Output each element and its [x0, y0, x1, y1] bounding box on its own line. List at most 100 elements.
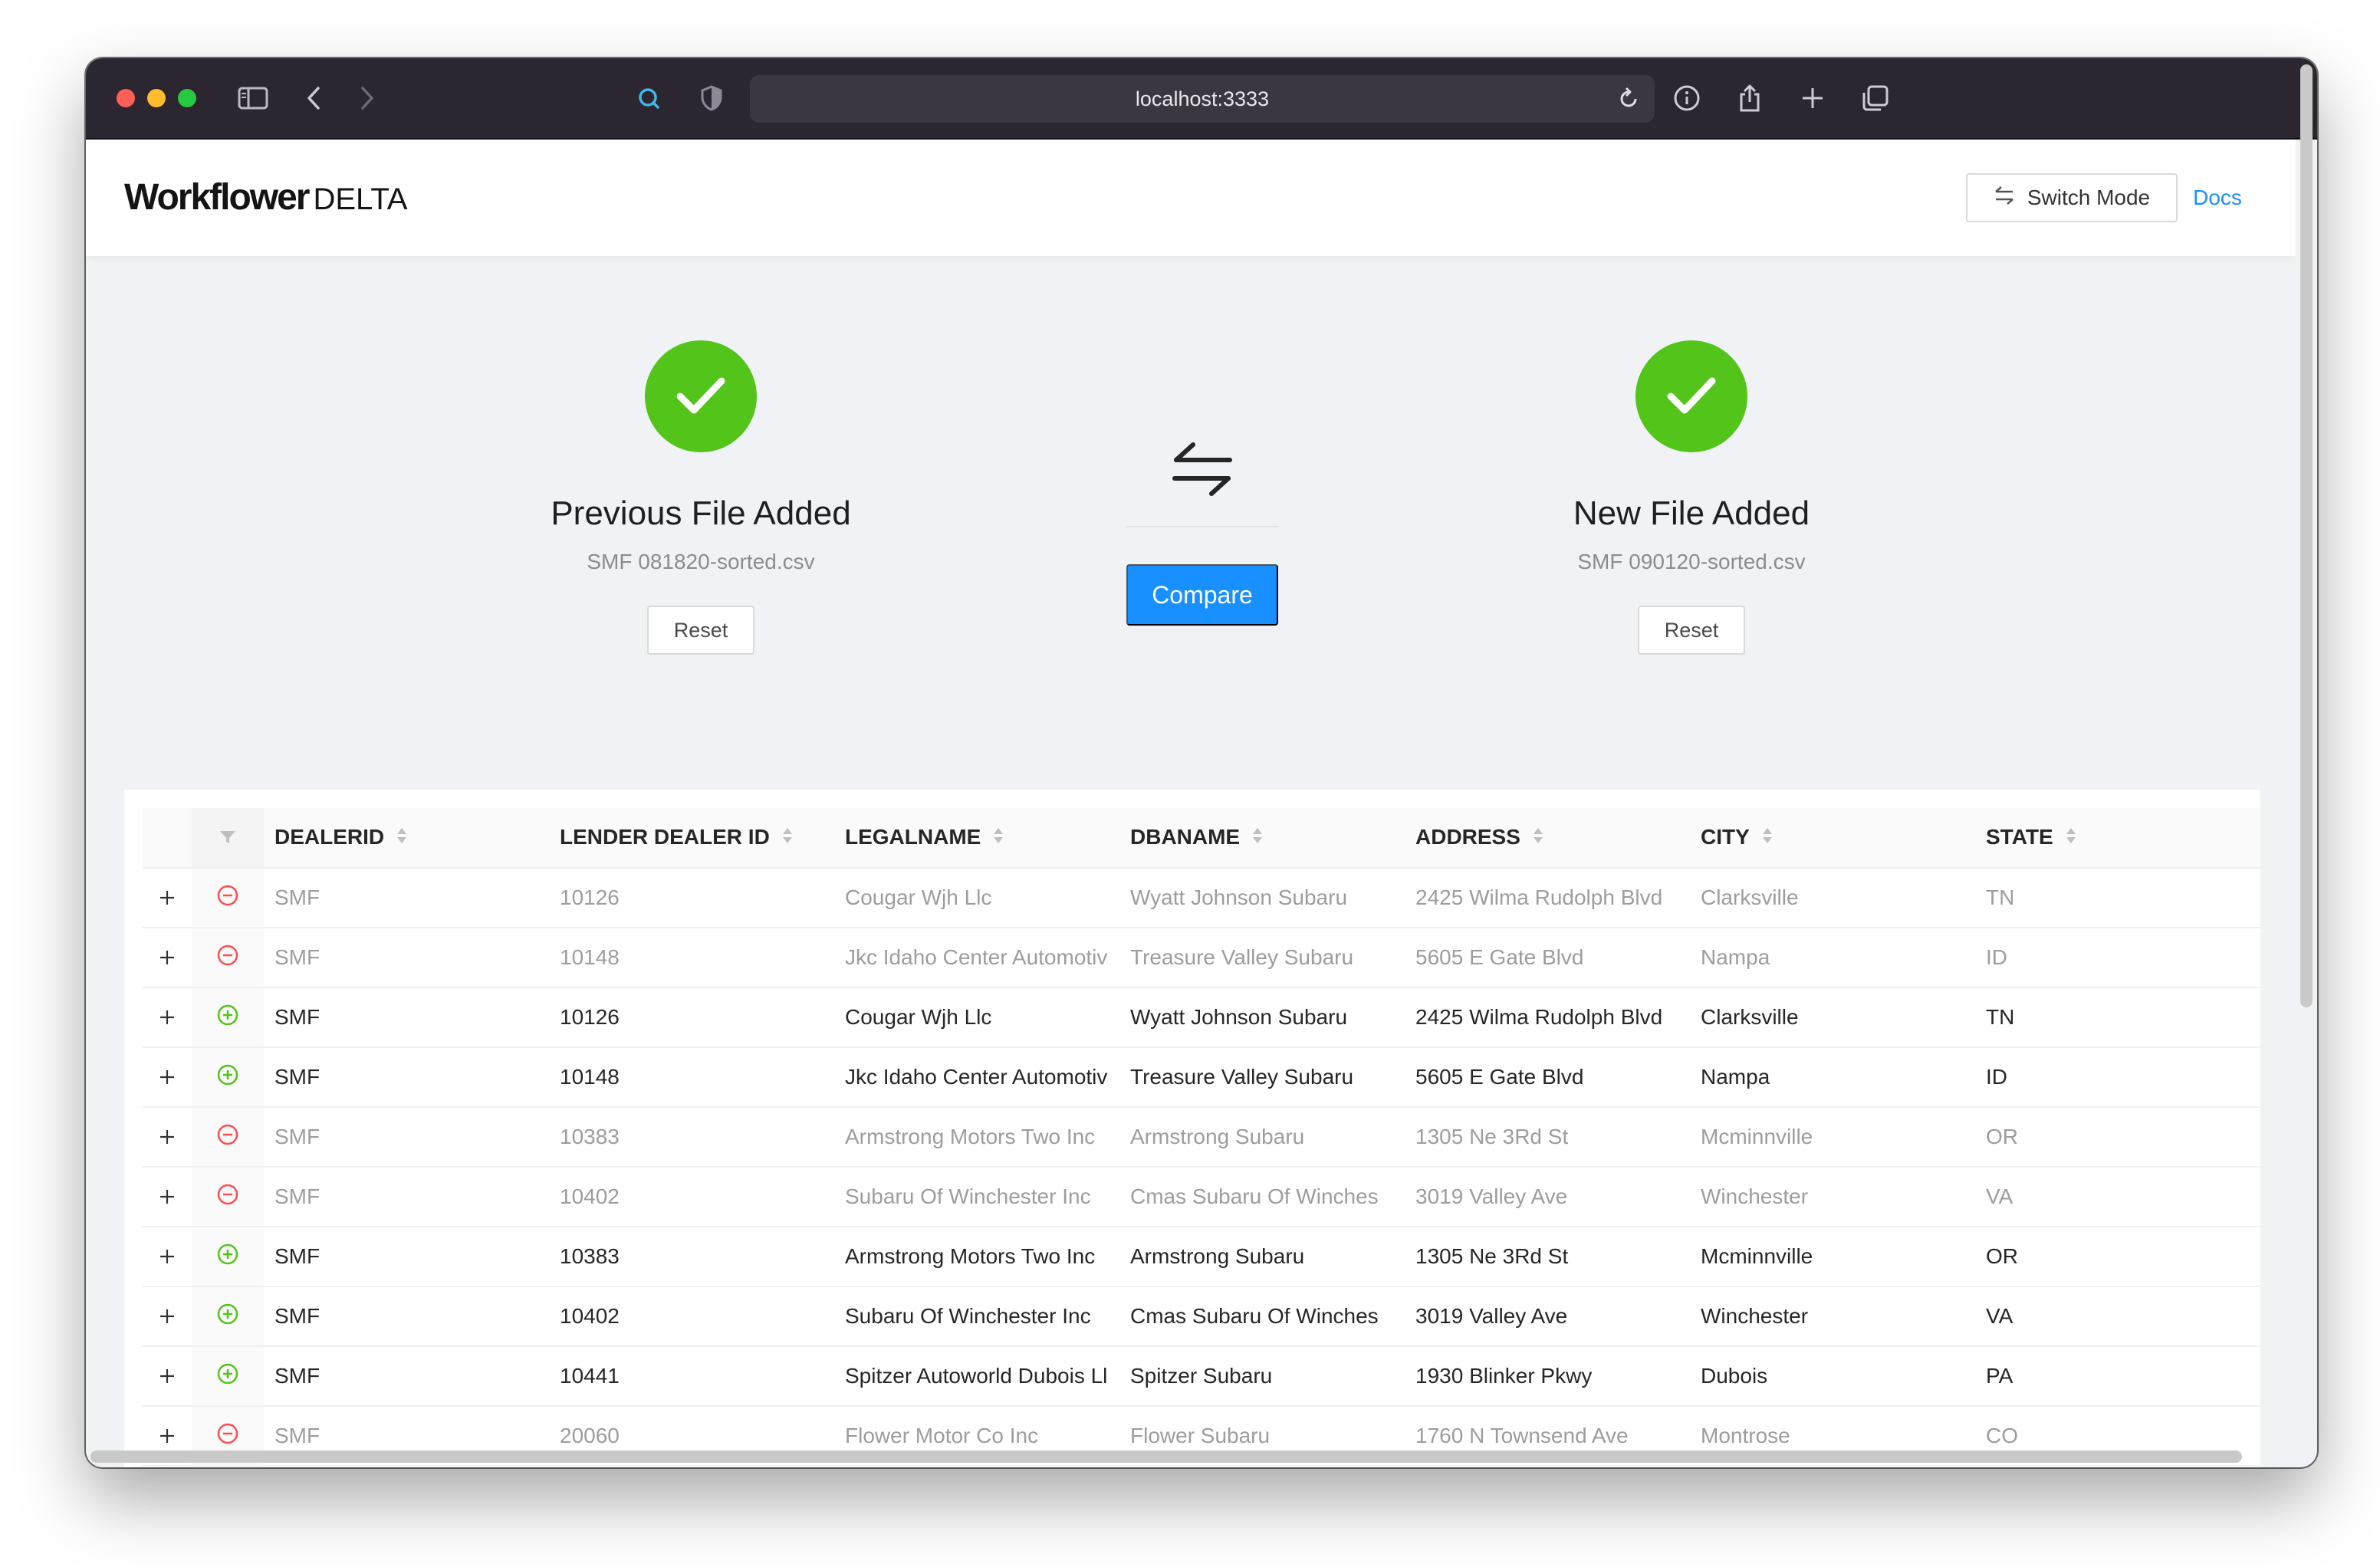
plus-icon[interactable]	[153, 884, 181, 912]
compare-button[interactable]: Compare	[1126, 564, 1278, 626]
cell-address: 2425 Wilma Rudolph Blvd	[1405, 987, 1690, 1048]
column-label: STATE	[1986, 824, 2053, 849]
column-label: ADDRESS	[1415, 824, 1520, 849]
expand-row-cell[interactable]	[143, 1346, 192, 1407]
cell-dbaname: Cmas Subaru Of Winches	[1119, 1167, 1405, 1227]
forward-icon[interactable]	[356, 81, 379, 115]
sort-icon[interactable]	[782, 826, 793, 850]
info-icon[interactable]	[1670, 81, 1704, 115]
cell-lender-dealer-id: 10126	[549, 987, 834, 1048]
column-header-legalname[interactable]: LEGALNAME	[834, 808, 1119, 869]
table-row[interactable]: SMF 10148 Jkc Idaho Center Automotiv Treasu…	[143, 1047, 2260, 1108]
cell-legalname: Jkc Idaho Center Automotiv	[834, 1047, 1119, 1108]
table-row[interactable]: SMF 10402 Subaru Of Winchester Inc Cmas Sub…	[143, 1167, 2260, 1227]
column-label: LENDER DEALER ID	[560, 824, 770, 849]
cell-lender-dealer-id: 10383	[549, 1227, 834, 1287]
plus-icon[interactable]	[153, 944, 181, 971]
column-header-city[interactable]: CITY	[1690, 808, 1975, 869]
expand-row-cell[interactable]	[143, 868, 192, 928]
table-row[interactable]: SMF 10148 Jkc Idaho Center Automotiv Treasu…	[143, 928, 2260, 988]
plus-icon[interactable]	[153, 1422, 181, 1450]
compare-section: Compare	[1126, 431, 1279, 626]
cell-dbaname: Armstrong Subaru	[1119, 1227, 1405, 1287]
filter-column-header[interactable]	[192, 808, 264, 869]
docs-link[interactable]: Docs	[2171, 186, 2263, 210]
expand-row-cell[interactable]	[143, 987, 192, 1048]
sort-icon[interactable]	[2066, 826, 2076, 850]
table-row[interactable]: SMF 10383 Armstrong Motors Two Inc Armstron…	[143, 1107, 2260, 1168]
horizontal-scrollbar[interactable]	[90, 1450, 2242, 1463]
quick-search-extension-icon[interactable]	[632, 81, 666, 115]
column-header-dealerid[interactable]: DEALERID	[264, 808, 549, 869]
cell-state: OR	[1975, 1227, 2260, 1287]
plus-circle-icon	[216, 1004, 239, 1031]
cell-address: 3019 Valley Ave	[1405, 1286, 1690, 1347]
expand-row-cell[interactable]	[143, 1286, 192, 1347]
back-icon[interactable]	[302, 81, 325, 115]
previous-file-panel: Previous File Added SMF 081820-sorted.cs…	[486, 340, 916, 655]
table-row[interactable]: SMF 10126 Cougar Wjh Llc Wyatt Johnson Suba…	[143, 868, 2260, 928]
cell-city: Mcminnville	[1690, 1107, 1975, 1168]
minus-circle-icon	[216, 1124, 239, 1151]
minimize-window-button[interactable]	[147, 89, 166, 107]
table-row[interactable]: SMF 10402 Subaru Of Winchester Inc Cmas Sub…	[143, 1286, 2260, 1347]
reload-icon[interactable]	[1616, 86, 1641, 117]
cell-lender-dealer-id: 10148	[549, 928, 834, 988]
browser-window: localhost:3333 Workflower DELTA Switch M…	[86, 58, 2317, 1467]
new-tab-icon[interactable]	[1796, 81, 1829, 115]
cell-lender-dealer-id: 10402	[549, 1167, 834, 1227]
sort-icon[interactable]	[1252, 826, 1263, 850]
cell-dealerid: SMF	[264, 1047, 549, 1108]
switch-mode-button[interactable]: Switch Mode	[1966, 173, 2178, 222]
brand-subtitle: DELTA	[313, 182, 408, 216]
plus-icon[interactable]	[153, 1123, 181, 1151]
diff-status-cell	[192, 1346, 264, 1407]
sort-icon[interactable]	[1533, 826, 1543, 850]
column-header-state[interactable]: STATE	[1975, 808, 2260, 869]
close-window-button[interactable]	[117, 89, 135, 107]
filter-icon[interactable]	[219, 826, 236, 849]
plus-circle-icon	[216, 1064, 239, 1091]
sort-icon[interactable]	[1762, 826, 1773, 850]
plus-icon[interactable]	[153, 1243, 181, 1270]
reset-new-button[interactable]: Reset	[1638, 606, 1745, 655]
privacy-shield-icon[interactable]	[695, 81, 728, 115]
expand-row-cell[interactable]	[143, 1167, 192, 1227]
table-row[interactable]: SMF 10383 Armstrong Motors Two Inc Armstron…	[143, 1227, 2260, 1287]
share-icon[interactable]	[1733, 81, 1767, 115]
plus-icon[interactable]	[153, 1183, 181, 1211]
app-logo[interactable]: Workflower DELTA	[124, 176, 407, 218]
expand-row-cell[interactable]	[143, 1107, 192, 1168]
expand-column-header	[143, 808, 192, 869]
plus-icon[interactable]	[153, 1362, 181, 1390]
column-header-dbaname[interactable]: DBANAME	[1119, 808, 1405, 869]
plus-icon[interactable]	[153, 1303, 181, 1330]
column-label: DEALERID	[274, 824, 385, 849]
cell-address: 2425 Wilma Rudolph Blvd	[1405, 868, 1690, 928]
address-bar[interactable]: localhost:3333	[750, 75, 1655, 123]
sort-icon[interactable]	[993, 826, 1004, 850]
sort-icon[interactable]	[396, 826, 407, 850]
plus-icon[interactable]	[153, 1004, 181, 1031]
reset-previous-button[interactable]: Reset	[647, 606, 754, 655]
expand-row-cell[interactable]	[143, 928, 192, 988]
diff-status-cell	[192, 1047, 264, 1108]
table-row[interactable]: SMF 10126 Cougar Wjh Llc Wyatt Johnson Suba…	[143, 987, 2260, 1048]
vertical-scrollbar[interactable]	[2300, 64, 2313, 1007]
table-row[interactable]: SMF 10441 Spitzer Autoworld Dubois Ll Spitz…	[143, 1346, 2260, 1407]
zoom-window-button[interactable]	[178, 89, 196, 107]
sidebar-toggle-icon[interactable]	[236, 81, 270, 115]
column-header-address[interactable]: ADDRESS	[1405, 808, 1690, 869]
column-header-lender-dealer-id[interactable]: LENDER DEALER ID	[549, 808, 834, 869]
app-header: Workflower DELTA Switch Mode Docs	[86, 140, 2296, 256]
tab-overview-icon[interactable]	[1859, 81, 1892, 115]
cell-state: ID	[1975, 1047, 2260, 1108]
expand-row-cell[interactable]	[143, 1227, 192, 1287]
diff-status-cell	[192, 868, 264, 928]
plus-icon[interactable]	[153, 1063, 181, 1091]
diff-status-cell	[192, 1107, 264, 1168]
previous-file-name: SMF 081820-sorted.csv	[587, 550, 815, 573]
cell-lender-dealer-id: 10402	[549, 1286, 834, 1347]
cell-dbaname: Armstrong Subaru	[1119, 1107, 1405, 1168]
expand-row-cell[interactable]	[143, 1047, 192, 1108]
